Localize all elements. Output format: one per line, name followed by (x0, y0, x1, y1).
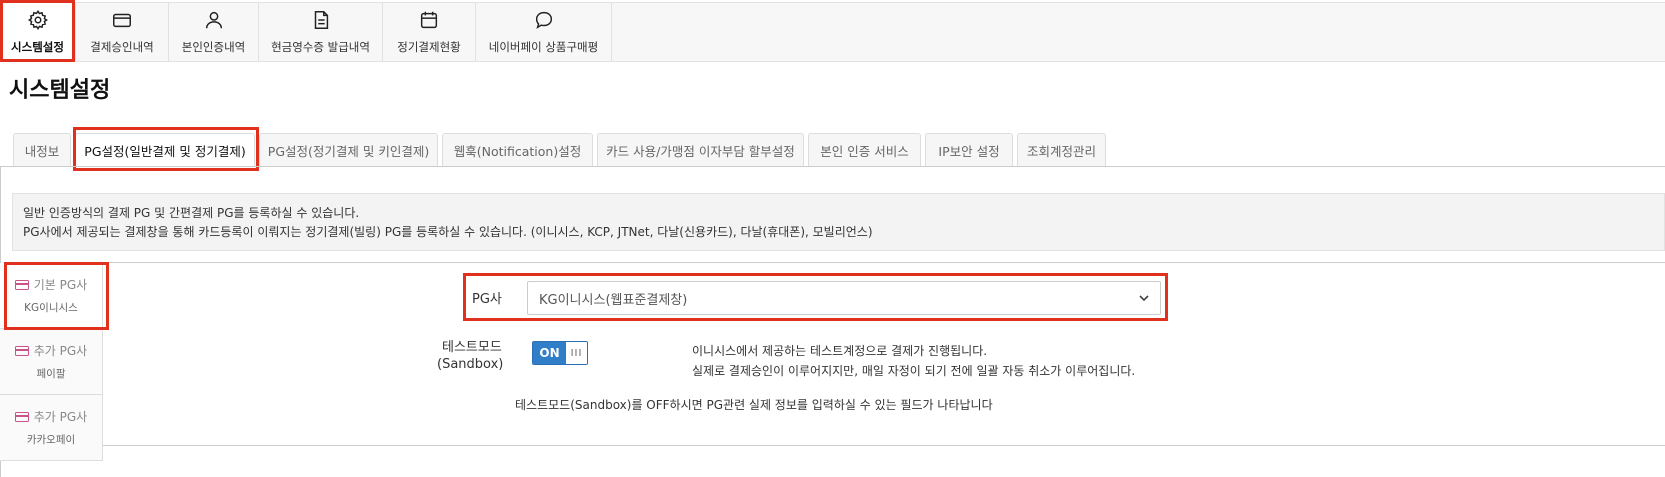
pg-item-title: 추가 PG사 (33, 410, 88, 424)
card-icon (14, 345, 29, 356)
tab-card-installment[interactable]: 카드 사용/가맹점 이자부담 할부설정 (597, 133, 804, 167)
pg-item-default[interactable]: 기본 PG사 KG이니시스 (0, 263, 103, 329)
info-line: PG사에서 제공되는 결제창을 통해 카드등록이 이뤄지는 정기결제(빌링) P… (23, 225, 873, 239)
test-mode-sublabel: (Sandbox) (437, 357, 504, 372)
section-divider (103, 445, 1665, 446)
info-box: 일반 인증방식의 결제 PG 및 간편결제 PG를 등록하실 수 있습니다. P… (12, 193, 1665, 251)
nav-system-settings[interactable]: 시스템설정 (0, 3, 76, 61)
tab-view-accounts[interactable]: 조회계정관리 (1017, 133, 1106, 167)
nav-payment-approvals[interactable]: 결제승인내역 (76, 3, 169, 61)
nav-subscription-status[interactable]: 정기결제현황 (383, 3, 476, 61)
test-mode-toggle[interactable]: ON III (532, 341, 588, 365)
pg-item-name: 페이팔 (36, 368, 66, 380)
calendar-icon (420, 11, 438, 29)
nav-label: 정기결제현황 (397, 40, 461, 54)
tab-webhook[interactable]: 웹훅(Notification)설정 (442, 133, 593, 167)
pg-item-title: 추가 PG사 (33, 344, 88, 358)
tab-label: 내정보 (24, 144, 60, 159)
page-title: 시스템설정 (9, 78, 111, 103)
tab-pg-recurring-keyin[interactable]: PG설정(정기결제 및 키인결제) (259, 133, 438, 167)
pg-select[interactable]: KG이니시스(웹표준결제창) (527, 281, 1161, 315)
tab-ip-security[interactable]: IP보안 설정 (925, 133, 1013, 167)
nav-cash-receipts[interactable]: 현금영수증 발급내역 (259, 3, 383, 61)
chevron-down-icon (1139, 295, 1149, 302)
pg-item-additional[interactable]: 추가 PG사 페이팔 (0, 329, 103, 395)
test-mode-description: 이니시스에서 제공하는 테스트계정으로 결제가 진행됩니다. 실제로 결제승인이… (692, 341, 1135, 381)
tab-my-info[interactable]: 내정보 (13, 133, 71, 167)
nav-naverpay-reviews[interactable]: 네이버페이 상품구매평 (476, 3, 612, 61)
tab-label: 조회계정관리 (1026, 144, 1096, 159)
nav-label: 결제승인내역 (90, 40, 154, 54)
tab-label: 카드 사용/가맹점 이자부담 할부설정 (606, 144, 795, 159)
nav-identity-verifications[interactable]: 본인인증내역 (169, 3, 259, 61)
section-divider (12, 262, 1665, 263)
tab-label: PG설정(정기결제 및 키인결제) (267, 144, 430, 159)
nav-label: 시스템설정 (11, 40, 64, 54)
nav-label: 현금영수증 발급내역 (271, 40, 370, 54)
user-icon (205, 11, 222, 29)
credit-card-icon (113, 13, 131, 28)
pg-label: PG사 (472, 292, 502, 307)
tab-label: 웹훅(Notification)설정 (453, 144, 582, 159)
card-icon (14, 279, 29, 290)
pg-item-name: KG이니시스 (24, 302, 78, 314)
top-nav: 시스템설정 결제승인내역 본인인증내역 현금영수증 발급내역 정기결제현황 네이… (0, 2, 1665, 62)
description-line: 실제로 결제승인이 이루어지지만, 매일 자정이 되기 전에 일괄 자동 취소가… (692, 364, 1136, 378)
pg-item-name: 카카오페이 (26, 434, 76, 446)
pg-item-title: 기본 PG사 (33, 278, 88, 292)
info-line: 일반 인증방식의 결제 PG 및 간편결제 PG를 등록하실 수 있습니다. (23, 206, 360, 220)
toggle-knob: III (566, 342, 587, 364)
tab-divider (0, 166, 1665, 167)
tab-label: 본인 인증 서비스 (820, 144, 909, 159)
tab-label: PG설정(일반결제 및 정기결제) (84, 144, 246, 159)
toggle-on-label: ON (533, 342, 566, 364)
description-line: 이니시스에서 제공하는 테스트계정으로 결제가 진행됩니다. (692, 344, 988, 358)
gear-icon (27, 10, 48, 31)
nav-label: 본인인증내역 (181, 40, 246, 54)
card-icon (14, 411, 29, 422)
pg-list: 기본 PG사 KG이니시스 추가 PG사 페이팔 추가 PG사 카카오페이 (0, 263, 103, 477)
sandbox-note: 테스트모드(Sandbox)를 OFF하시면 PG관련 실제 정보를 입력하실 … (515, 398, 993, 412)
pg-select-value: KG이니시스(웹표준결제창) (539, 292, 688, 308)
tab-pg-general-recurring[interactable]: PG설정(일반결제 및 정기결제) (75, 133, 255, 167)
pg-item-additional[interactable]: 추가 PG사 카카오페이 (0, 395, 103, 461)
tab-label: IP보안 설정 (938, 144, 1000, 159)
speech-bubble-icon (535, 11, 552, 29)
document-icon (314, 11, 328, 29)
nav-label: 네이버페이 상품구매평 (488, 40, 599, 54)
test-mode-label: 테스트모드 (442, 340, 502, 355)
tab-identity-service[interactable]: 본인 인증 서비스 (808, 133, 921, 167)
